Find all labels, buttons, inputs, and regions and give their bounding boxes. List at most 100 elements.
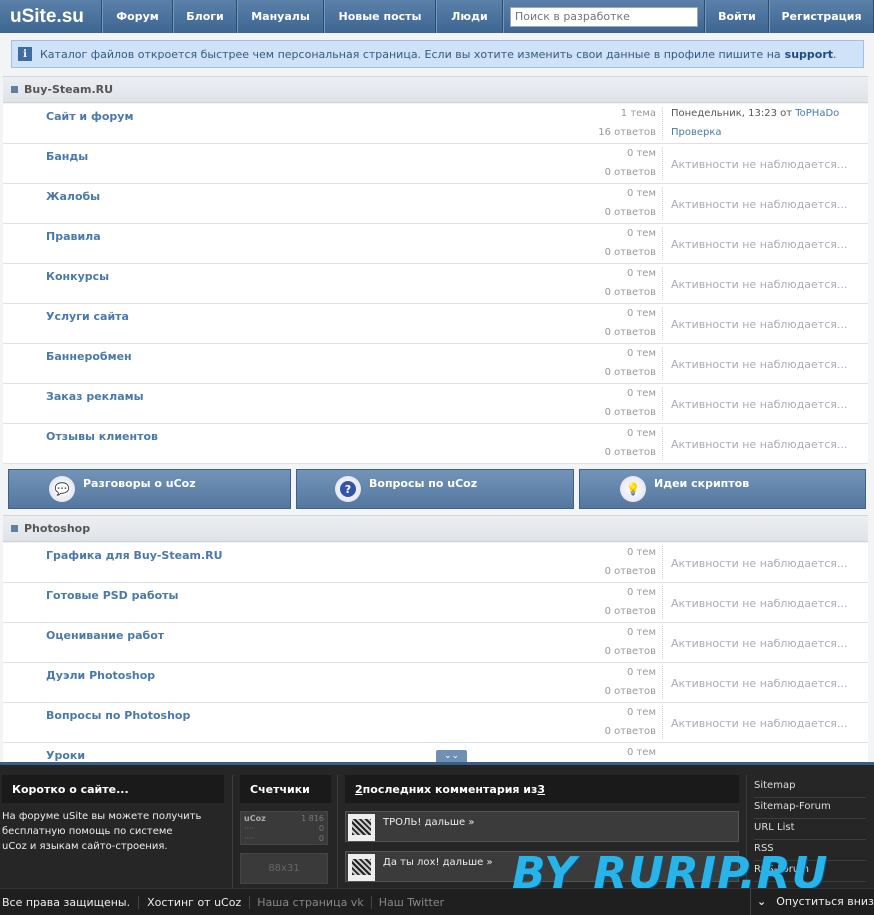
info-icon: i — [18, 47, 32, 61]
twitter-link[interactable]: Наш Twitter — [372, 896, 451, 909]
last-post-user[interactable]: ToPHaDo — [795, 108, 839, 119]
hosting-link[interactable]: Хостинг от uCoz — [139, 895, 251, 909]
forum-row: Баннеробмен 0 тем 0 ответов Активности н… — [3, 344, 868, 384]
search-input[interactable] — [510, 6, 698, 27]
expand-chevron-icon[interactable]: ⌄⌄ — [436, 750, 467, 762]
section-header-buy-steam[interactable]: Buy-Steam.RU — [3, 76, 868, 103]
info-notice: i Каталог файлов откроется быстрее чем п… — [11, 40, 864, 68]
url-list-link[interactable]: URL List — [754, 819, 866, 840]
forum-link[interactable]: Заказ рекламы — [46, 390, 144, 403]
forum-topics: 0 тем — [626, 747, 656, 758]
support-link[interactable]: support — [785, 48, 833, 61]
forum-posts: 0 ответов — [604, 367, 656, 378]
forum-topics: 0 тем — [626, 388, 656, 399]
forum-row: Заказ рекламы 0 тем 0 ответов Активности… — [3, 384, 868, 424]
sitemap-forum-link[interactable]: Sitemap-Forum — [754, 798, 866, 819]
forum-topics: 0 тем — [626, 707, 656, 718]
forum-link[interactable]: Правила — [46, 230, 101, 243]
script-ideas-button[interactable]: 💡 Идеи скриптов — [579, 469, 866, 509]
last-post-title[interactable]: Проверка — [671, 127, 722, 138]
no-activity: Активности не наблюдается... — [671, 158, 848, 171]
divider — [662, 427, 663, 460]
section-header-photoshop[interactable]: Photoshop — [3, 515, 868, 542]
section-title: Photoshop — [24, 522, 91, 535]
forum-row: Услуги сайта 0 тем 0 ответов Активности … — [3, 304, 868, 344]
forum-link[interactable]: Жалобы — [46, 190, 100, 203]
about-text: На форуме uSite вы можете получить беспл… — [2, 811, 202, 852]
speech-bubble-icon: 💬 — [49, 476, 75, 502]
nav-manuals[interactable]: Мануалы — [237, 0, 324, 33]
divider — [662, 586, 663, 619]
forum-posts: 0 ответов — [604, 247, 656, 258]
forum-posts: 0 ответов — [604, 407, 656, 418]
forum-row: Графика для Buy-Steam.RU 0 тем 0 ответов… — [3, 543, 868, 583]
forum-link[interactable]: Дуэли Photoshop — [46, 669, 155, 682]
forum-row: Оценивание работ 0 тем 0 ответов Активно… — [3, 623, 868, 663]
forum-link[interactable]: Банды — [46, 150, 88, 163]
scroll-down-button[interactable]: ⌄ Опуститься вниз — [750, 888, 874, 915]
divider — [662, 187, 663, 220]
section-bullet-icon — [11, 86, 18, 93]
forum-topics: 0 тем — [626, 228, 656, 239]
divider — [337, 775, 338, 891]
top-navigation: uSite.su Форум Блоги Мануалы Новые посты… — [0, 0, 874, 33]
no-activity: Активности не наблюдается... — [671, 677, 848, 690]
divider — [662, 307, 663, 340]
no-activity: Активности не наблюдается... — [671, 318, 848, 331]
nav-new-posts[interactable]: Новые посты — [324, 0, 436, 33]
register-button[interactable]: Регистрация — [769, 0, 874, 33]
about-header: Коротко о сайте... — [2, 775, 224, 803]
forum-row: Готовые PSD работы 0 тем 0 ответов Актив… — [3, 583, 868, 623]
forum-row: Правила 0 тем 0 ответов Активности не на… — [3, 224, 868, 264]
vk-link[interactable]: Наша страница vk — [250, 895, 372, 909]
info-text: Каталог файлов откроется быстрее чем пер… — [40, 47, 781, 61]
comments-count-link[interactable]: 2 — [355, 783, 363, 796]
forum-link[interactable]: Услуги сайта — [46, 310, 129, 323]
forum-posts: 0 ответов — [604, 606, 656, 617]
divider — [662, 387, 663, 420]
comments-header: 2 последних комментария из 3 — [345, 775, 739, 803]
forum-posts: 0 ответов — [604, 287, 656, 298]
forum-link[interactable]: Уроки — [46, 749, 85, 762]
forum-link[interactable]: Баннеробмен — [46, 350, 132, 363]
ucoz-talk-button[interactable]: 💬 Разговоры о uCoz — [8, 469, 291, 509]
sitemap-link[interactable]: Sitemap — [754, 777, 866, 798]
no-activity: Активности не наблюдается... — [671, 637, 848, 650]
forum-link[interactable]: Отзывы клиентов — [46, 430, 158, 443]
forum-row: Конкурсы 0 тем 0 ответов Активности не н… — [3, 264, 868, 304]
comments-total-link[interactable]: 3 — [537, 783, 545, 796]
divider — [662, 267, 663, 300]
nav-forum[interactable]: Форум — [102, 0, 173, 33]
forum-link[interactable]: Вопросы по Photoshop — [46, 709, 190, 722]
forum-posts: 0 ответов — [604, 566, 656, 577]
forum-link[interactable]: Графика для Buy-Steam.RU — [46, 549, 223, 562]
no-activity: Активности не наблюдается... — [671, 438, 848, 451]
forum-posts: 0 ответов — [604, 167, 656, 178]
nav-people[interactable]: Люди — [436, 0, 503, 33]
login-button[interactable]: Войти — [705, 0, 769, 33]
forum-link[interactable]: Сайт и форум — [46, 110, 133, 123]
forum-link[interactable]: Конкурсы — [46, 270, 109, 283]
forum-posts: 0 ответов — [604, 726, 656, 737]
forum-link[interactable]: Готовые PSD работы — [46, 589, 179, 602]
avatar — [348, 814, 375, 841]
forum-row: Сайт и форум 1 тема 16 ответов Понедельн… — [3, 104, 868, 144]
ucoz-questions-button[interactable]: ? Вопросы по uCoz — [296, 469, 574, 509]
forum-link[interactable]: Оценивание работ — [46, 629, 164, 642]
site-logo[interactable]: uSite.su — [0, 0, 102, 33]
forum-row: Жалобы 0 тем 0 ответов Активности не наб… — [3, 184, 868, 224]
nav-blogs[interactable]: Блоги — [173, 0, 237, 33]
section-bullet-icon — [11, 525, 18, 532]
forum-posts: 0 ответов — [604, 207, 656, 218]
avatar — [348, 854, 375, 881]
forum-topics: 1 тема — [620, 108, 656, 119]
ucoz-counter[interactable]: uCoz 1 816 ···· 0 ···· 0 — [240, 811, 328, 845]
comment-item[interactable]: ТРОЛЬ! дальше » — [345, 811, 739, 842]
copyright-text: Все права защищены. — [0, 895, 140, 909]
last-post-time: Понедельник, 13:23 от ToPHaDo — [671, 108, 840, 119]
divider — [662, 706, 663, 739]
divider — [662, 666, 663, 699]
forum-topics: 0 тем — [626, 268, 656, 279]
counter-banner[interactable]: 88x31 — [240, 853, 328, 884]
forum-topics: 0 тем — [626, 308, 656, 319]
